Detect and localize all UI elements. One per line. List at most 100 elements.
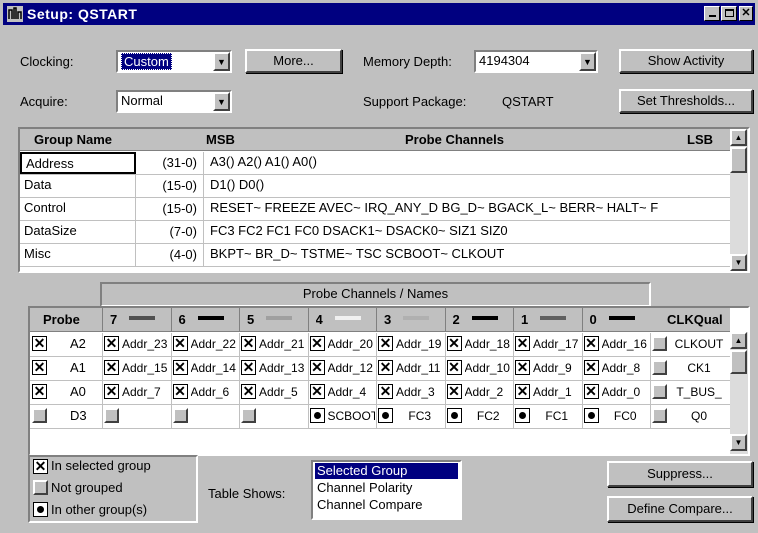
group-channels-cell[interactable]: RESET~ FREEZE AVEC~ IRQ_ANY_D BG_D~ BGAC…: [206, 198, 730, 220]
selected-check-icon[interactable]: ✕: [378, 360, 393, 375]
channel-name[interactable]: Addr_22: [191, 337, 239, 351]
channel-name[interactable]: Addr_17: [533, 337, 581, 351]
group-name-cell[interactable]: Data: [20, 175, 136, 197]
channel-cell[interactable]: ✕ Addr_21: [239, 333, 308, 357]
channel-cell[interactable]: ✕ Addr_18: [444, 333, 514, 357]
selected-check-icon[interactable]: ✕: [241, 360, 256, 375]
selected-check-icon[interactable]: ✕: [172, 360, 188, 375]
scroll-thumb[interactable]: [730, 147, 747, 173]
not-grouped-box-icon[interactable]: [32, 408, 47, 423]
selected-check-icon[interactable]: ✕: [515, 336, 530, 351]
channel-name[interactable]: Addr_23: [122, 337, 170, 351]
probe-table-scrollbar[interactable]: ▲ ▼: [730, 332, 748, 454]
channel-cell[interactable]: ✕ Addr_12: [307, 357, 377, 381]
channel-cell[interactable]: [102, 405, 171, 429]
selected-check-icon[interactable]: ✕: [104, 336, 119, 351]
channel-cell[interactable]: ✕ Addr_22: [170, 333, 240, 357]
channel-cell[interactable]: SCBOOT: [307, 405, 377, 429]
scroll-down-icon[interactable]: ▼: [730, 434, 747, 451]
selected-check-icon[interactable]: ✕: [241, 336, 256, 351]
group-row[interactable]: Address (31-0) A3() A2() A1() A0(): [20, 152, 730, 175]
suppress-button[interactable]: Suppress...: [607, 461, 753, 487]
channel-cell[interactable]: ✕ Addr_0: [581, 381, 651, 405]
selected-check-icon[interactable]: ✕: [446, 336, 462, 351]
memory-depth-select[interactable]: 4194304 ▼: [474, 50, 598, 73]
not-grouped-box-icon[interactable]: [104, 408, 119, 423]
channel-cell[interactable]: ✕ Addr_15: [102, 357, 171, 381]
clkqual-cell[interactable]: CK1: [650, 357, 730, 381]
maximize-button[interactable]: [721, 6, 737, 21]
channel-cell[interactable]: ✕ Addr_9: [513, 357, 582, 381]
selected-check-icon[interactable]: ✕: [309, 384, 325, 399]
other-group-dot-icon[interactable]: [515, 408, 530, 423]
define-compare-button[interactable]: Define Compare...: [607, 496, 753, 522]
table-shows-option[interactable]: Selected Group: [315, 463, 458, 479]
show-activity-button[interactable]: Show Activity: [619, 49, 753, 73]
group-name-cell[interactable]: Control: [20, 198, 136, 220]
channel-name[interactable]: Addr_14: [191, 361, 239, 375]
clkqual-cell[interactable]: T_BUS_: [650, 381, 730, 405]
selected-check-icon[interactable]: ✕: [104, 360, 119, 375]
scroll-thumb[interactable]: [730, 350, 747, 374]
channel-name[interactable]: Addr_11: [396, 361, 444, 375]
channel-name[interactable]: Addr_15: [122, 361, 170, 375]
channel-name[interactable]: Addr_3: [396, 385, 444, 399]
selected-check-icon[interactable]: ✕: [172, 384, 188, 399]
channel-name[interactable]: Addr_9: [533, 361, 581, 375]
scroll-up-icon[interactable]: ▲: [730, 332, 747, 349]
channel-name[interactable]: Addr_12: [328, 361, 376, 375]
selected-check-icon[interactable]: ✕: [515, 360, 530, 375]
channel-name[interactable]: Addr_4: [328, 385, 376, 399]
more-button[interactable]: More...: [245, 49, 342, 73]
clkqual-box-icon[interactable]: [652, 384, 667, 399]
channel-name[interactable]: Addr_13: [259, 361, 307, 375]
selected-check-icon[interactable]: ✕: [241, 384, 256, 399]
close-button[interactable]: ✕: [739, 6, 753, 21]
selected-check-icon[interactable]: ✕: [32, 360, 47, 375]
channel-cell[interactable]: ✕ Addr_6: [170, 381, 240, 405]
other-group-dot-icon[interactable]: [309, 408, 325, 423]
group-channels-cell[interactable]: A3() A2() A1() A0(): [206, 152, 730, 174]
scroll-up-icon[interactable]: ▲: [730, 129, 747, 146]
selected-check-icon[interactable]: ✕: [446, 360, 462, 375]
not-grouped-box-icon[interactable]: [241, 408, 256, 423]
clkqual-name[interactable]: CLKOUT: [670, 337, 728, 351]
channel-name[interactable]: FC0: [602, 409, 650, 423]
channel-cell[interactable]: FC0: [581, 405, 651, 429]
group-name-cell[interactable]: Misc: [20, 244, 136, 266]
channel-cell[interactable]: ✕ Addr_23: [102, 333, 171, 357]
selected-check-icon[interactable]: ✕: [583, 336, 599, 351]
channel-cell[interactable]: ✕ Addr_17: [513, 333, 582, 357]
channel-cell[interactable]: ✕ Addr_1: [513, 381, 582, 405]
channel-name[interactable]: Addr_1: [533, 385, 581, 399]
channel-cell[interactable]: [239, 405, 308, 429]
channel-cell[interactable]: ✕ Addr_8: [581, 357, 651, 381]
selected-check-icon[interactable]: ✕: [378, 384, 393, 399]
clkqual-name[interactable]: T_BUS_: [670, 385, 728, 399]
channel-cell[interactable]: FC2: [444, 405, 514, 429]
scroll-down-icon[interactable]: ▼: [730, 254, 747, 271]
selected-check-icon[interactable]: ✕: [309, 336, 325, 351]
clkqual-box-icon[interactable]: [652, 336, 667, 351]
channel-name[interactable]: Addr_19: [396, 337, 444, 351]
clkqual-cell[interactable]: CLKOUT: [650, 333, 730, 357]
channel-cell[interactable]: ✕ Addr_16: [581, 333, 651, 357]
clocking-select[interactable]: Custom ▼: [116, 50, 232, 73]
channel-cell[interactable]: FC1: [513, 405, 582, 429]
set-thresholds-button[interactable]: Set Thresholds...: [619, 89, 753, 113]
other-group-dot-icon[interactable]: [378, 408, 393, 423]
other-group-dot-icon[interactable]: [446, 408, 462, 423]
channel-cell[interactable]: ✕ Addr_11: [376, 357, 445, 381]
acquire-select[interactable]: Normal ▼: [116, 90, 232, 113]
other-group-dot-icon[interactable]: [583, 408, 599, 423]
clkqual-cell[interactable]: Q0: [650, 405, 730, 429]
channel-cell[interactable]: ✕ Addr_10: [444, 357, 514, 381]
channel-name[interactable]: Addr_10: [465, 361, 513, 375]
selected-check-icon[interactable]: ✕: [32, 336, 47, 351]
channel-name[interactable]: Addr_5: [259, 385, 307, 399]
channel-name[interactable]: Addr_6: [191, 385, 239, 399]
minimize-button[interactable]: [704, 6, 720, 21]
group-name-cell[interactable]: Address: [20, 152, 136, 174]
selected-check-icon[interactable]: ✕: [583, 360, 599, 375]
channel-cell[interactable]: FC3: [376, 405, 445, 429]
